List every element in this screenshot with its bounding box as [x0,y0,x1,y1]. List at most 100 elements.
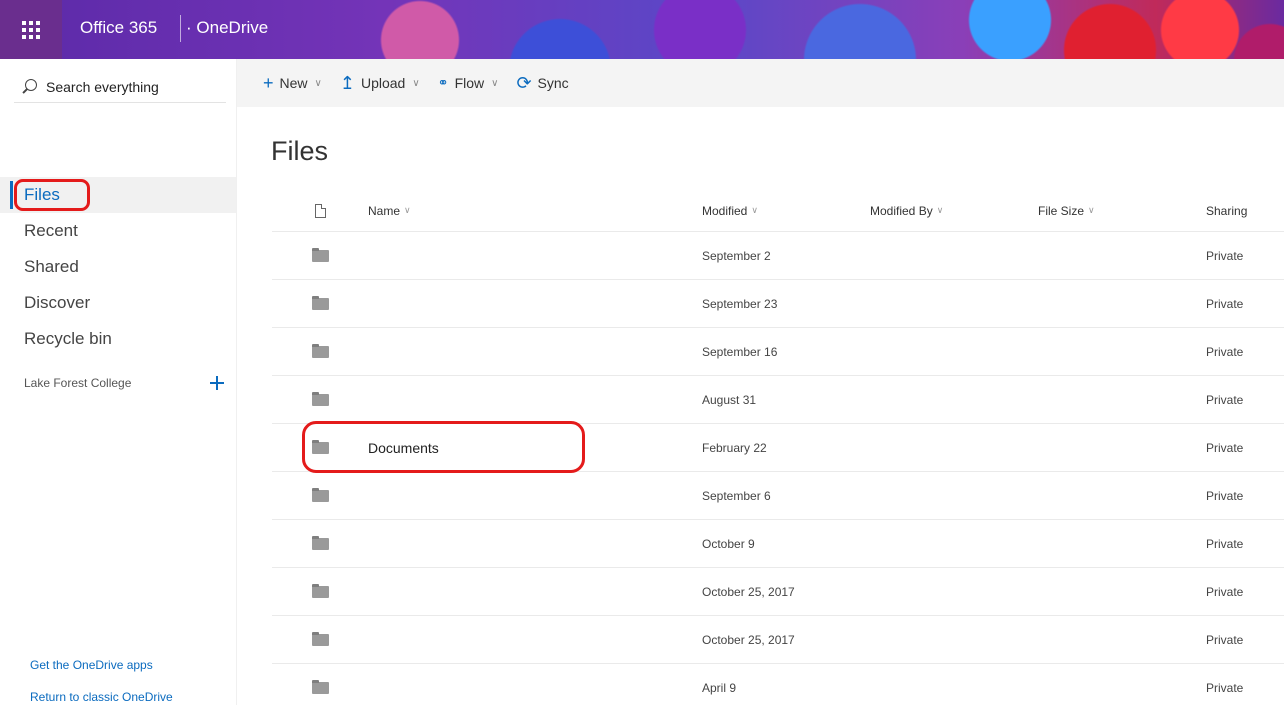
folder-icon [311,295,329,310]
left-nav: Search everything Files Recent Shared Di… [0,59,236,705]
table-row[interactable]: September 2 Private [272,232,1284,280]
search-icon [20,78,38,96]
command-bar: + New ∨ ↥ Upload ∨ ⚭ Flow ∨ ⟳ Sync [237,59,1284,107]
flow-button[interactable]: ⚭ Flow ∨ [438,74,499,92]
flow-icon: ⚭ [437,75,449,90]
header-sharing[interactable]: Sharing [1206,204,1284,218]
chevron-down-icon: ∨ [412,77,420,89]
header-label: Modified [702,203,748,218]
folder-icon [311,247,329,262]
search-input[interactable]: Search everything [46,79,159,95]
row-sharing[interactable]: Private [1206,489,1284,503]
row-modified: October 25, 2017 [702,632,795,647]
app-launcher-button[interactable] [0,0,62,59]
page-title: Files [271,136,329,166]
row-modified: February 22 [702,440,767,455]
nav-item-label: Recent [24,221,78,240]
highlight-annotation-documents [302,421,585,473]
row-sharing[interactable]: Private [1206,681,1284,695]
chevron-down-icon: ∨ [936,205,944,215]
row-sharing[interactable]: Private [1206,537,1284,551]
header-label: Name [368,203,401,218]
row-sharing[interactable]: Private [1206,345,1284,359]
row-sharing[interactable]: Private [1206,297,1284,311]
nav-item-label: Recycle bin [24,329,112,348]
chevron-down-icon: ∨ [491,77,499,89]
nav-divider [236,59,237,705]
file-type-icon[interactable] [314,203,326,218]
highlight-annotation-files [14,179,90,211]
plus-icon: + [263,73,274,93]
folder-icon [311,343,329,358]
table-row[interactable]: September 16 Private [272,328,1284,376]
row-sharing[interactable]: Private [1206,393,1284,407]
search-box[interactable]: Search everything [14,71,226,103]
suite-divider [180,15,181,42]
folder-icon [311,535,329,550]
nav-item-shared[interactable]: Shared [0,249,236,285]
header-label: File Size [1038,203,1085,218]
row-modified: October 25, 2017 [702,584,795,599]
nav-item-recycle-bin[interactable]: Recycle bin [0,321,236,357]
sync-label: Sync [537,75,569,91]
office365-link[interactable]: Office 365 [80,0,157,59]
sync-button[interactable]: ⟳ Sync [516,74,568,92]
folder-icon [311,583,329,598]
chevron-down-icon: ∨ [1088,205,1095,215]
chevron-down-icon: ∨ [314,77,322,89]
flow-label: Flow [454,75,485,91]
row-modified: September 6 [702,488,771,503]
header-modified[interactable]: Modified ∨ [702,204,870,218]
suite-bar: Office 365 · OneDrive [0,0,1284,59]
folder-icon [311,391,329,406]
app-name: OneDrive [196,18,269,37]
row-sharing[interactable]: Private [1206,633,1284,647]
row-sharing[interactable]: Private [1206,585,1284,599]
upload-label: Upload [360,75,406,91]
row-modified: September 23 [702,296,778,311]
row-modified: October 9 [702,536,755,551]
row-modified: September 2 [702,248,771,263]
header-modified-by[interactable]: Modified By ∨ [870,204,1038,218]
nav-item-discover[interactable]: Discover [0,285,236,321]
nav-footer: Get the OneDrive apps Return to classic … [30,653,173,705]
nav-group-label[interactable]: Lake Forest College [24,376,131,390]
nav-list: Files Recent Shared Discover Recycle bin [0,177,236,357]
waffle-icon [22,20,40,39]
row-modified: August 31 [702,392,757,407]
get-onedrive-apps-link[interactable]: Get the OneDrive apps [30,653,173,685]
table-row[interactable]: October 9 Private [272,520,1284,568]
table-header: Name ∨ Modified ∨ Modified By ∨ File Size ∨ … [272,190,1284,232]
header-file-size[interactable]: File Size ∨ [1038,204,1206,218]
header-label: Sharing [1206,203,1248,218]
upload-icon: ↥ [339,73,355,93]
folder-icon [311,631,329,646]
new-label: New [279,75,308,91]
table-row[interactable]: October 25, 2017 Private [272,616,1284,664]
table-row[interactable]: September 23 Private [272,280,1284,328]
nav-item-label: Shared [24,257,79,276]
table-row[interactable]: April 9 Private [272,664,1284,705]
files-table: Name ∨ Modified ∨ Modified By ∨ File Size ∨ … [272,190,1284,705]
row-sharing[interactable]: Private [1206,249,1284,263]
table-row[interactable]: Documents February 22 Private [272,421,1284,473]
row-modified: April 9 [702,680,737,695]
chevron-down-icon: ∨ [751,205,758,215]
add-plus-icon[interactable] [210,376,224,390]
upload-button[interactable]: ↥ Upload ∨ [340,74,420,92]
table-row[interactable]: September 6 Private [272,472,1284,520]
folder-icon [311,679,329,694]
header-name[interactable]: Name ∨ [368,204,702,218]
sync-icon: ⟳ [516,73,532,93]
row-modified: September 16 [702,344,778,359]
app-name-link[interactable]: · OneDrive [186,0,268,59]
nav-item-recent[interactable]: Recent [0,213,236,249]
app-separator: · [186,18,192,37]
nav-item-label: Discover [24,293,91,312]
row-sharing[interactable]: Private [1206,441,1284,455]
table-row[interactable]: October 25, 2017 Private [272,568,1284,616]
header-label: Modified By [870,203,933,218]
return-to-classic-link[interactable]: Return to classic OneDrive [30,685,173,705]
new-button[interactable]: + New ∨ [263,74,322,92]
table-row[interactable]: August 31 Private [272,376,1284,424]
